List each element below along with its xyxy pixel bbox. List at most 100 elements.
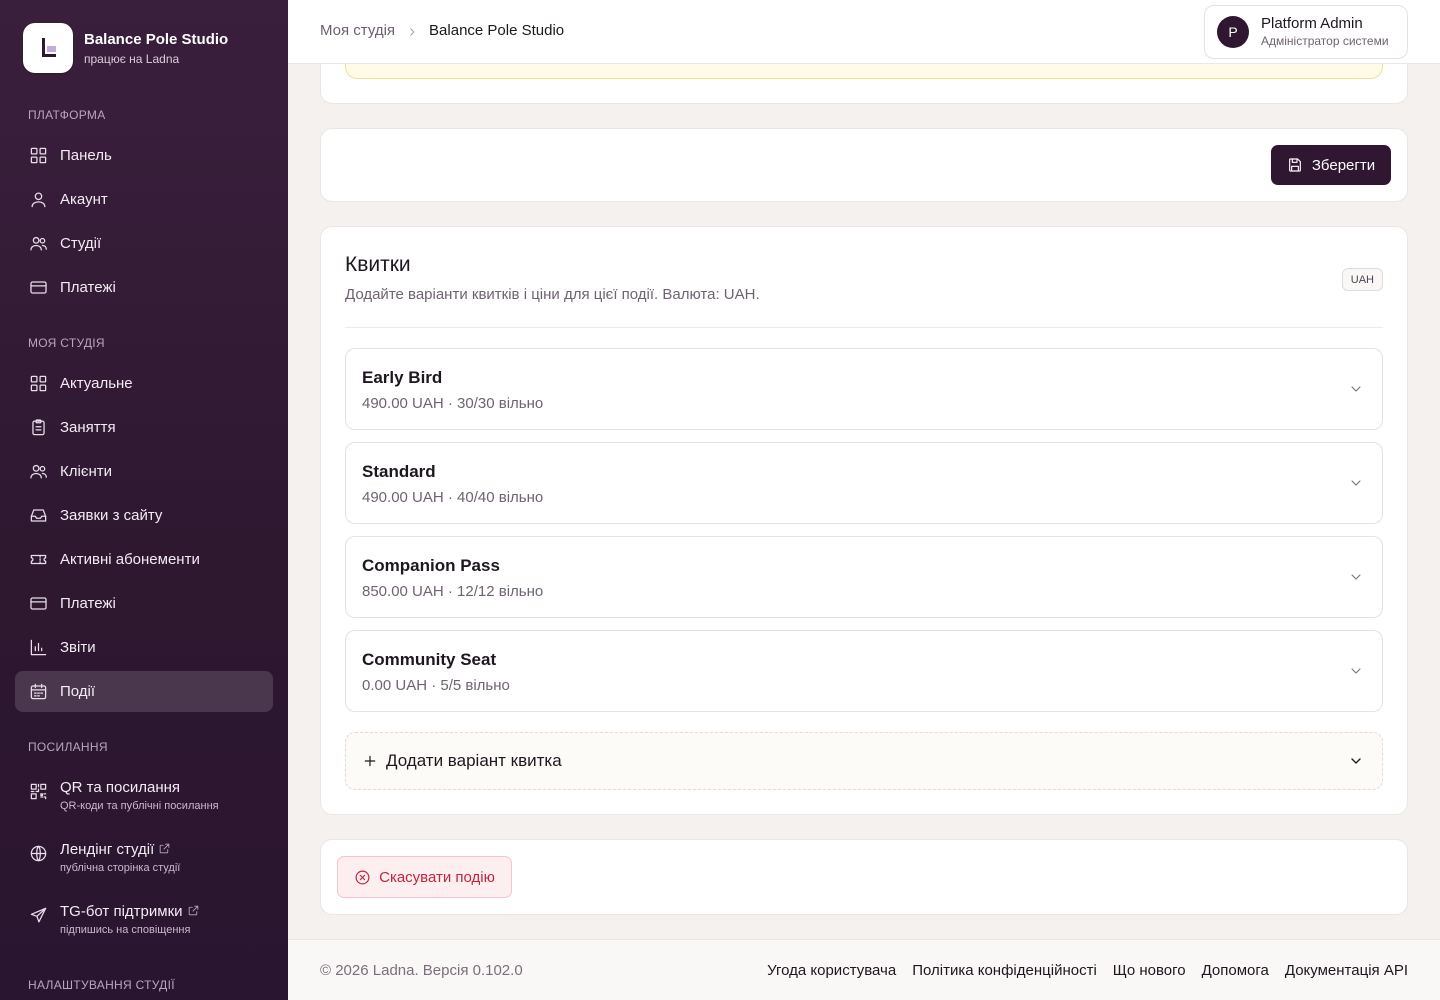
- footer-link-whats-new[interactable]: Що нового: [1113, 962, 1186, 979]
- ticket-name: Companion Pass: [362, 556, 500, 575]
- sidebar-item-clients[interactable]: Клієнти: [15, 451, 273, 492]
- section-label-links: ПОСИЛАННЯ: [28, 740, 108, 754]
- add-ticket-variant-label: Додати варіант квитка: [386, 751, 562, 770]
- users-icon: [28, 234, 48, 254]
- add-ticket-variant-button[interactable]: Додати варіант квитка: [345, 732, 1383, 790]
- sidebar-item-payments[interactable]: Платежі: [15, 583, 273, 624]
- sidebar-item-label: Активні абонементи: [60, 551, 200, 568]
- clipboard-icon: [28, 418, 48, 438]
- credit-card-icon: [28, 594, 48, 614]
- ticket-item-standard[interactable]: Standard 490.00 UAH · 40/40 вільно: [345, 442, 1383, 524]
- credit-card-icon: [28, 278, 48, 298]
- sidebar-item-label: TG-бот підтримки: [60, 903, 183, 920]
- external-link-icon: [158, 842, 171, 855]
- cancel-event-button[interactable]: Скасувати подію: [337, 856, 512, 898]
- sidebar-item-label: Актуальне: [60, 375, 133, 392]
- tickets-card: Квитки Додайте варіанти квитків і ціни д…: [320, 226, 1408, 815]
- footer-link-api-docs[interactable]: Документація API: [1285, 962, 1408, 979]
- user-name: Platform Admin: [1261, 15, 1363, 32]
- dashboard-icon: [28, 146, 48, 166]
- dashboard-icon: [28, 374, 48, 394]
- tickets-description: Додайте варіанти квитків і ціни для цієї…: [345, 286, 760, 303]
- sidebar-item-label: Звіти: [60, 639, 96, 656]
- top-header: Моя студія Balance Pole Studio P Platfor…: [288, 0, 1440, 64]
- avatar: P: [1217, 16, 1249, 48]
- sidebar-item-platform-payments[interactable]: Платежі: [15, 267, 273, 308]
- cancel-event-label: Скасувати подію: [379, 868, 495, 886]
- user-menu[interactable]: P Platform Admin Адміністратор системи: [1204, 5, 1408, 59]
- ticket-item-community-seat[interactable]: Community Seat 0.00 UAH · 5/5 вільно: [345, 630, 1383, 712]
- chevron-down-icon[interactable]: [1348, 569, 1364, 585]
- chevron-down-icon: [1348, 753, 1364, 769]
- brand[interactable]: Balance Pole Studio працює на Ladna: [23, 23, 228, 73]
- sidebar-item-classes[interactable]: Заняття: [15, 407, 273, 448]
- danger-zone-card: Скасувати подію: [320, 839, 1408, 915]
- sidebar-item-label: Лендінг студії: [60, 841, 155, 858]
- save-button[interactable]: Зберегти: [1271, 145, 1391, 185]
- section-label-platform: ПЛАТФОРМА: [28, 108, 106, 122]
- ticket-meta: 490.00 UAH · 30/30 вільно: [362, 395, 544, 412]
- save-card: Зберегти: [320, 128, 1408, 202]
- chevron-down-icon[interactable]: [1348, 475, 1364, 491]
- user-icon: [28, 190, 48, 210]
- user-role: Адміністратор системи: [1261, 34, 1389, 48]
- sidebar-item-label: QR та посилання: [60, 779, 181, 796]
- sidebar-item-studio-landing[interactable]: Лендінг студії публічна сторінка студії: [15, 833, 273, 883]
- sidebar-item-site-requests[interactable]: Заявки з сайту: [15, 495, 273, 536]
- section-label-my-studio: МОЯ СТУДІЯ: [28, 336, 105, 350]
- ticket-name: Standard: [362, 462, 436, 481]
- sidebar-item-dashboard[interactable]: Панель: [15, 135, 273, 176]
- sidebar-item-active-memberships[interactable]: Активні абонементи: [15, 539, 273, 580]
- x-circle-icon: [355, 870, 370, 884]
- sidebar-item-studios[interactable]: Студії: [15, 223, 273, 264]
- copyright: © 2026 Ladna. Версія 0.102.0: [320, 962, 523, 979]
- ticket-icon: [28, 550, 48, 570]
- divider: [345, 327, 1383, 328]
- breadcrumb: Моя студія Balance Pole Studio: [320, 22, 564, 39]
- ticket-item-early-bird[interactable]: Early Bird 490.00 UAH · 30/30 вільно: [345, 348, 1383, 430]
- footer-link-terms[interactable]: Угода користувача: [767, 962, 896, 979]
- sidebar-item-label: Платежі: [60, 279, 116, 296]
- sidebar-item-account[interactable]: Акаунт: [15, 179, 273, 220]
- sidebar-item-label: Студії: [60, 235, 102, 252]
- sidebar-item-events[interactable]: Події: [15, 671, 273, 712]
- breadcrumb-link-my-studio[interactable]: Моя студія: [320, 22, 395, 39]
- bar-chart-icon: [28, 638, 48, 658]
- footer-links: Угода користувача Політика конфіденційно…: [751, 962, 1408, 979]
- chevron-down-icon[interactable]: [1348, 663, 1364, 679]
- save-button-label: Зберегти: [1311, 156, 1376, 174]
- globe-icon: [28, 843, 48, 863]
- breadcrumb-current: Balance Pole Studio: [429, 22, 565, 39]
- sidebar-item-current[interactable]: Актуальне: [15, 363, 273, 404]
- ticket-item-companion-pass[interactable]: Companion Pass 850.00 UAH · 12/12 вільно: [345, 536, 1383, 618]
- footer: © 2026 Ladna. Версія 0.102.0 Угода корис…: [288, 939, 1440, 1000]
- sidebar: Balance Pole Studio працює на Ladna ПЛАТ…: [0, 0, 288, 1000]
- sidebar-item-sublabel: публічна сторінка студії: [60, 862, 181, 874]
- sidebar-item-label: Панель: [60, 147, 112, 164]
- sidebar-item-label: Заняття: [60, 419, 116, 436]
- sidebar-item-sublabel: QR-коди та публічні посилання: [60, 800, 219, 812]
- ticket-meta: 490.00 UAH · 40/40 вільно: [362, 489, 544, 506]
- footer-link-privacy[interactable]: Політика конфіденційності: [912, 962, 1097, 979]
- footer-link-help[interactable]: Допомога: [1202, 962, 1269, 979]
- qr-code-icon: [28, 781, 48, 801]
- ticket-meta: 850.00 UAH · 12/12 вільно: [362, 583, 544, 600]
- sidebar-item-tg-bot[interactable]: TG-бот підтримки підпишись на сповіщення: [15, 895, 273, 945]
- sidebar-item-reports[interactable]: Звіти: [15, 627, 273, 668]
- sidebar-item-label: Заявки з сайту: [60, 507, 163, 524]
- tickets-title: Квитки: [345, 253, 411, 276]
- sidebar-item-qr-links[interactable]: QR та посилання QR-коди та публічні поси…: [15, 771, 273, 821]
- brand-logo: [23, 23, 73, 73]
- ticket-name: Early Bird: [362, 368, 443, 387]
- external-link-icon: [187, 904, 200, 917]
- sidebar-item-label: Події: [60, 683, 96, 700]
- brand-name: Balance Pole Studio: [84, 30, 229, 48]
- currency-badge: UAH: [1341, 268, 1383, 291]
- calendar-icon: [28, 682, 48, 702]
- chevron-down-icon[interactable]: [1348, 381, 1364, 397]
- inbox-icon: [28, 506, 48, 526]
- send-icon: [28, 905, 48, 925]
- sidebar-item-sublabel: підпишись на сповіщення: [60, 924, 191, 936]
- save-icon: [1288, 158, 1301, 172]
- brand-subtitle: працює на Ladna: [84, 51, 180, 66]
